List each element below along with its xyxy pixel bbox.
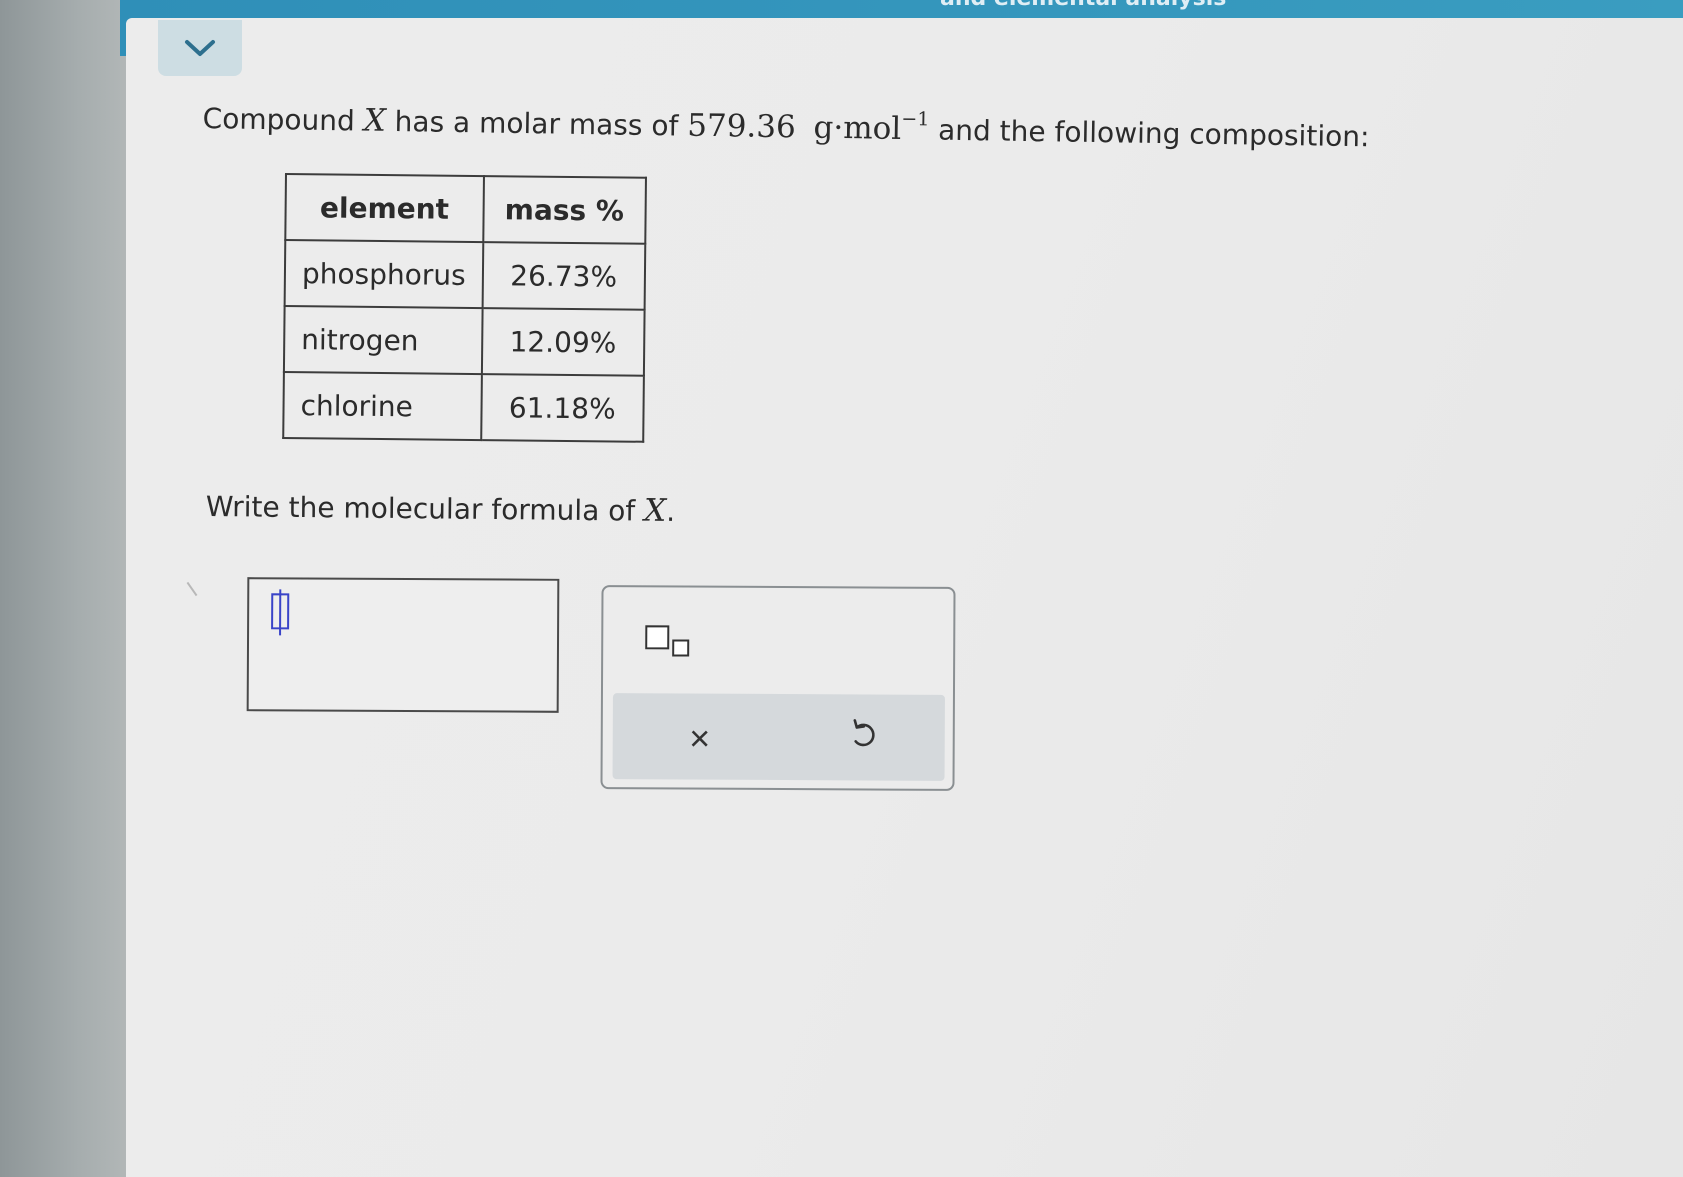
close-icon: × [689, 717, 711, 759]
prompt-label: Write the molecular formula of [205, 489, 645, 528]
input-cursor-placeholder [271, 589, 290, 636]
table-header-row: element mass % [285, 174, 646, 244]
table-row: chlorine 61.18% [283, 371, 644, 442]
formula-answer-input[interactable] [246, 577, 560, 713]
element-cell: nitrogen [283, 306, 483, 375]
question-prefix: Compound [202, 101, 364, 138]
text-cursor [279, 589, 282, 636]
screen-bezel [0, 0, 132, 1177]
header-title: and elemental analysis [940, 0, 1226, 11]
table-row: nitrogen 12.09% [283, 306, 645, 376]
question-suffix: and the following composition: [928, 113, 1370, 154]
molar-mass-value: 579.36 [686, 107, 797, 146]
table-row: phosphorus 26.73% [284, 240, 646, 310]
base-box [645, 625, 670, 650]
molar-mass-unit: g·mol [813, 109, 902, 147]
element-cell: phosphorus [284, 240, 484, 309]
clear-button[interactable]: × [675, 713, 725, 763]
action-bar: × [612, 693, 945, 781]
column-header-element: element [285, 174, 484, 243]
prompt-variable: X [643, 492, 667, 529]
mass-percent-cell: 12.09% [481, 308, 645, 376]
compound-variable: X [363, 102, 387, 139]
column-header-mass-percent: mass % [483, 176, 646, 244]
undo-icon [853, 719, 875, 747]
mass-percent-cell: 61.18% [480, 374, 644, 442]
prompt-end: . [666, 494, 676, 528]
element-cell: chlorine [283, 371, 482, 441]
subscript-box [672, 639, 690, 657]
prompt-text: Write the molecular formula of X. [206, 488, 676, 529]
mass-percent-cell: 26.73% [482, 242, 646, 310]
question-middle: has a molar mass of [385, 104, 688, 143]
subscript-button[interactable] [641, 617, 701, 667]
undo-button[interactable] [839, 714, 889, 764]
composition-table: element mass % phosphorus 26.73% nitroge… [282, 173, 647, 443]
chevron-down-icon [185, 40, 215, 56]
math-palette: × [600, 585, 956, 791]
collapse-button[interactable] [158, 20, 242, 76]
unit-exponent: −1 [901, 107, 930, 131]
